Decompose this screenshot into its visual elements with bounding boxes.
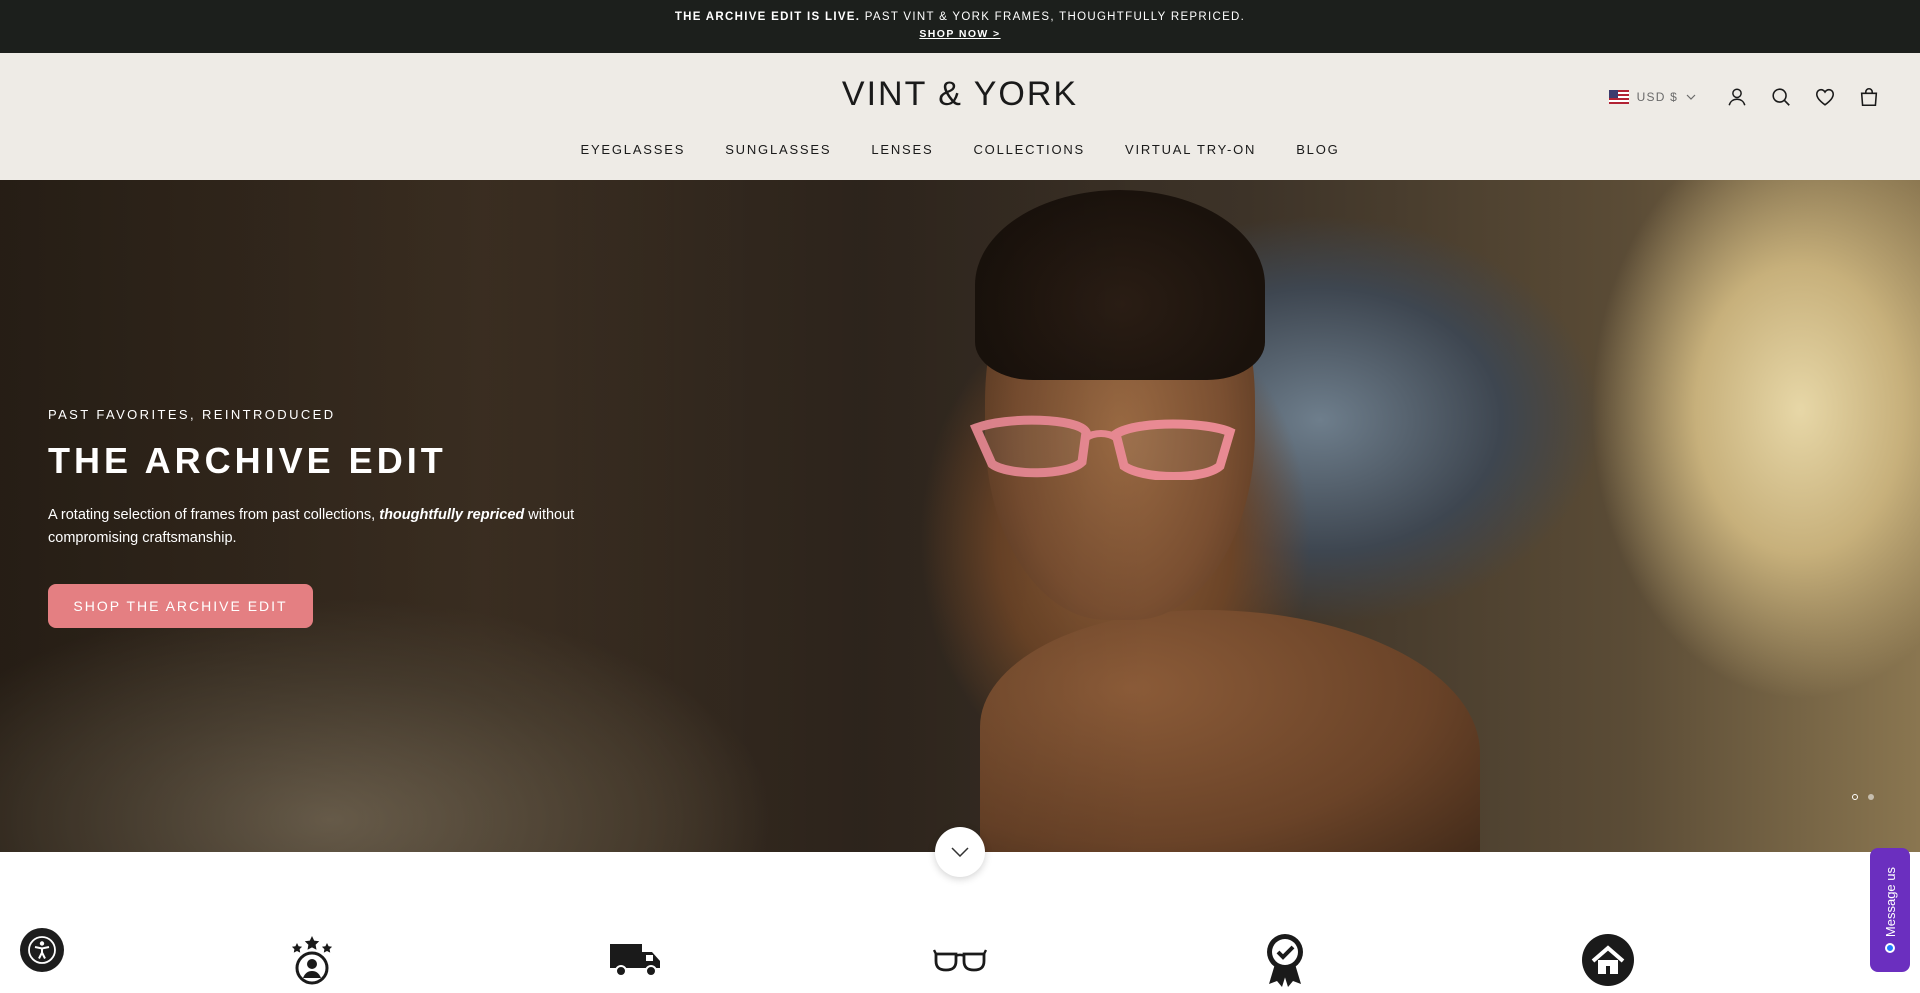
account-icon[interactable] bbox=[1726, 86, 1748, 108]
site-header: VINT & YORK USD $ EYEGLASSES SUNGLASSES … bbox=[0, 53, 1920, 180]
announcement-message: PAST VINT & YORK FRAMES, THOUGHTFULLY RE… bbox=[860, 11, 1246, 23]
nav-virtual-try-on[interactable]: VIRTUAL TRY-ON bbox=[1105, 142, 1276, 157]
currency-selector[interactable]: USD $ bbox=[1608, 90, 1696, 104]
features-row bbox=[0, 930, 1920, 993]
chevron-down-icon bbox=[951, 847, 969, 857]
hero-description: A rotating selection of frames from past… bbox=[48, 504, 608, 550]
hero-banner: PAST FAVORITES, REINTRODUCED THE ARCHIVE… bbox=[0, 180, 1920, 852]
shop-archive-edit-button[interactable]: SHOP THE ARCHIVE EDIT bbox=[48, 584, 313, 628]
accessibility-button[interactable] bbox=[20, 928, 64, 972]
wishlist-heart-icon[interactable] bbox=[1814, 86, 1836, 108]
nav-eyeglasses[interactable]: EYEGLASSES bbox=[560, 142, 705, 157]
us-flag-icon bbox=[1608, 90, 1629, 104]
chat-label: Message us bbox=[1882, 866, 1898, 938]
award-badge-icon bbox=[1257, 932, 1313, 988]
cart-bag-icon[interactable] bbox=[1858, 86, 1880, 108]
search-icon[interactable] bbox=[1770, 86, 1792, 108]
message-us-widget[interactable]: Message us bbox=[1870, 848, 1910, 972]
slideshow-dots bbox=[1852, 794, 1874, 800]
eyeglasses-icon bbox=[932, 932, 988, 988]
nav-lenses[interactable]: LENSES bbox=[851, 142, 953, 157]
delivery-truck-icon bbox=[607, 932, 663, 988]
star-person-icon bbox=[284, 932, 340, 988]
hero-content: PAST FAVORITES, REINTRODUCED THE ARCHIVE… bbox=[48, 407, 688, 550]
slide-dot-2[interactable] bbox=[1868, 794, 1874, 800]
accessibility-icon bbox=[28, 936, 56, 964]
nav-sunglasses[interactable]: SUNGLASSES bbox=[705, 142, 851, 157]
slide-dot-1[interactable] bbox=[1852, 794, 1858, 800]
chat-status-icon bbox=[1885, 943, 1895, 954]
announcement-bold: THE ARCHIVE EDIT IS LIVE. bbox=[674, 11, 861, 23]
scroll-down-button[interactable] bbox=[935, 827, 985, 877]
header-utilities: USD $ bbox=[1608, 86, 1880, 108]
hero-title: THE ARCHIVE EDIT bbox=[48, 440, 447, 481]
nav-blog[interactable]: BLOG bbox=[1276, 142, 1359, 157]
nav-collections[interactable]: COLLECTIONS bbox=[953, 142, 1105, 157]
hero-desc-part1: A rotating selection of frames from past… bbox=[48, 507, 380, 523]
home-icon bbox=[1580, 932, 1636, 988]
currency-label: USD $ bbox=[1636, 90, 1678, 104]
hero-eyebrow: PAST FAVORITES, REINTRODUCED bbox=[48, 407, 336, 422]
hero-desc-emphasis: thoughtfully repriced bbox=[379, 507, 525, 523]
announcement-bar: THE ARCHIVE EDIT IS LIVE. PAST VINT & YO… bbox=[0, 0, 1920, 53]
chevron-down-icon bbox=[1686, 94, 1696, 100]
main-navigation: EYEGLASSES SUNGLASSES LENSES COLLECTIONS… bbox=[0, 142, 1920, 157]
announcement-text: THE ARCHIVE EDIT IS LIVE. PAST VINT & YO… bbox=[0, 11, 1920, 23]
announcement-shop-now-link[interactable]: SHOP NOW > bbox=[919, 28, 1000, 40]
